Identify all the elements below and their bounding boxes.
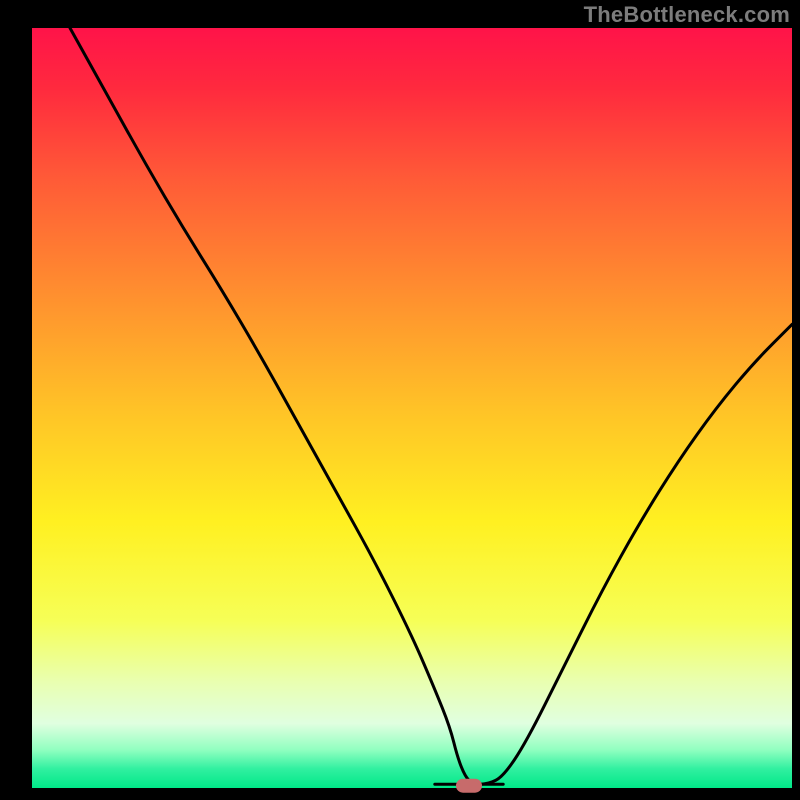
chart-svg: [0, 0, 800, 800]
watermark-text: TheBottleneck.com: [584, 2, 790, 28]
bottleneck-chart: TheBottleneck.com: [0, 0, 800, 800]
gradient-background: [32, 28, 792, 788]
optimal-marker: [456, 779, 482, 793]
